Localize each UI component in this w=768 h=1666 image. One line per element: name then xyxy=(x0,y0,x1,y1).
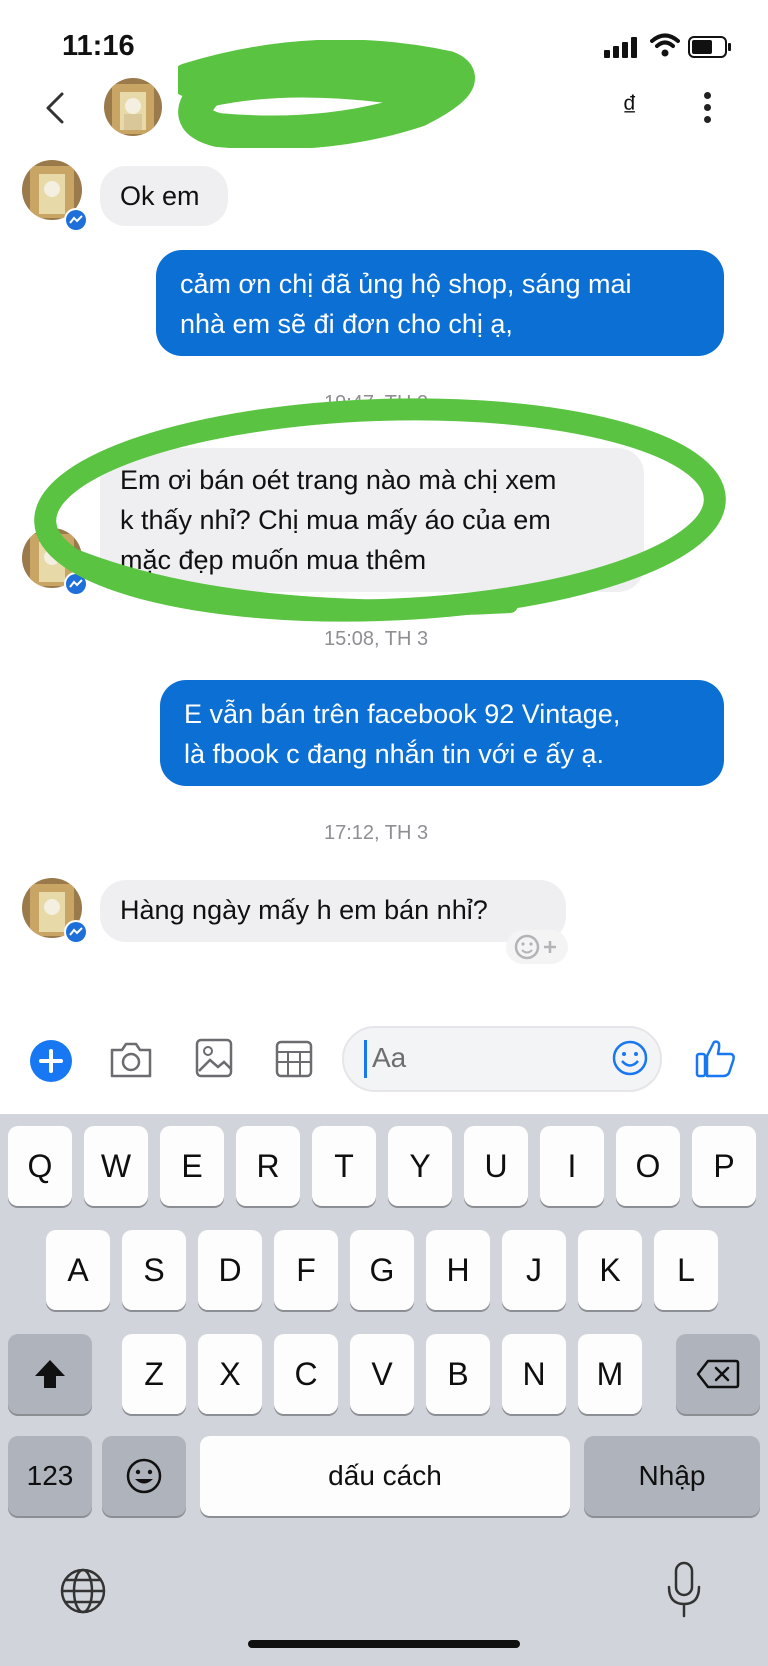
key-z[interactable]: Z xyxy=(122,1334,186,1414)
thumbs-up-icon[interactable] xyxy=(694,1036,738,1080)
return-key[interactable]: Nhập xyxy=(584,1436,760,1516)
key-n[interactable]: N xyxy=(502,1334,566,1414)
message-line: cảm ơn chị đã ủng hộ shop, sáng mai xyxy=(180,269,632,299)
key-u[interactable]: U xyxy=(464,1126,528,1206)
name-redaction-scribble xyxy=(178,40,475,148)
sticker-grid-icon[interactable] xyxy=(274,1038,314,1080)
messenger-badge-icon xyxy=(64,208,88,232)
globe-icon[interactable] xyxy=(58,1566,108,1616)
add-reaction-button[interactable] xyxy=(506,930,568,964)
key-x[interactable]: X xyxy=(198,1334,262,1414)
message-input-placeholder: Aa xyxy=(372,1042,407,1073)
plus-icon xyxy=(39,1049,63,1073)
key-y[interactable]: Y xyxy=(388,1126,452,1206)
key-h[interactable]: H xyxy=(426,1230,490,1310)
message-line: mặc đẹp muốn mua thêm xyxy=(120,545,427,575)
text-cursor xyxy=(364,1040,367,1078)
key-g[interactable]: G xyxy=(350,1230,414,1310)
timestamp: 15:08, TH 3 xyxy=(324,628,429,650)
timestamp: 19:47, TH 2 xyxy=(324,392,429,414)
message-bubble-outgoing[interactable]: cảm ơn chị đã ủng hộ shop, sáng mai nhà … xyxy=(156,250,724,356)
message-bubble-incoming[interactable]: Hàng ngày mấy h em bán nhỉ? xyxy=(100,880,566,942)
key-i[interactable]: I xyxy=(540,1126,604,1206)
key-l[interactable]: L xyxy=(654,1230,718,1310)
emoji-key[interactable] xyxy=(102,1436,186,1516)
message-bubble-incoming[interactable]: Em ơi bán oét trang nào mà chị xem k thấ… xyxy=(100,448,644,592)
image-icon[interactable] xyxy=(194,1036,234,1080)
shift-arrow-icon xyxy=(35,1360,65,1388)
message-bubble-incoming[interactable]: Ok em xyxy=(100,166,228,226)
numbers-key[interactable]: 123 xyxy=(8,1436,92,1516)
message-text: Ok em xyxy=(120,181,200,211)
key-s[interactable]: S xyxy=(122,1230,186,1310)
more-options-icon[interactable] xyxy=(698,90,718,126)
key-f[interactable]: F xyxy=(274,1230,338,1310)
emoji-icon[interactable] xyxy=(611,1039,649,1077)
backspace-key[interactable] xyxy=(676,1334,760,1414)
message-text: Hàng ngày mấy h em bán nhỉ? xyxy=(120,895,488,925)
message-line: là fbook c đang nhắn tin với e ấy ạ. xyxy=(184,739,604,769)
emoji-keyboard-icon xyxy=(126,1458,162,1494)
signal-icon xyxy=(604,36,642,58)
message-bubble-outgoing[interactable]: E vẫn bán trên facebook 92 Vintage, là f… xyxy=(160,680,724,786)
key-d[interactable]: D xyxy=(198,1230,262,1310)
home-indicator xyxy=(248,1640,520,1648)
key-e[interactable]: E xyxy=(160,1126,224,1206)
message-line: nhà em sẽ đi đơn cho chị ạ, xyxy=(180,309,513,339)
message-line: E vẫn bán trên facebook 92 Vintage, xyxy=(184,699,621,729)
battery-icon xyxy=(688,36,731,58)
key-m[interactable]: M xyxy=(578,1334,642,1414)
back-chevron-icon[interactable] xyxy=(38,88,74,128)
key-o[interactable]: O xyxy=(616,1126,680,1206)
key-v[interactable]: V xyxy=(350,1334,414,1414)
messenger-badge-icon xyxy=(64,572,88,596)
camera-icon[interactable] xyxy=(108,1040,154,1080)
key-w[interactable]: W xyxy=(84,1126,148,1206)
key-q[interactable]: Q xyxy=(8,1126,72,1206)
message-line: k thấy nhỉ? Chị mua mấy áo của em xyxy=(120,505,551,535)
wifi-icon xyxy=(650,33,680,57)
key-b[interactable]: B xyxy=(426,1334,490,1414)
plus-button[interactable] xyxy=(30,1040,72,1082)
key-k[interactable]: K xyxy=(578,1230,642,1310)
key-a[interactable]: A xyxy=(46,1230,110,1310)
key-t[interactable]: T xyxy=(312,1126,376,1206)
microphone-icon[interactable] xyxy=(664,1560,704,1620)
currency-icon[interactable]: ₫ xyxy=(622,90,637,124)
key-j[interactable]: J xyxy=(502,1230,566,1310)
key-p[interactable]: P xyxy=(692,1126,756,1206)
message-line: Em ơi bán oét trang nào mà chị xem xyxy=(120,465,557,495)
space-key[interactable]: dấu cách xyxy=(200,1436,570,1516)
add-reaction-icon xyxy=(514,934,556,960)
key-r[interactable]: R xyxy=(236,1126,300,1206)
shift-key[interactable] xyxy=(8,1334,92,1414)
status-time: 11:16 xyxy=(62,30,135,62)
key-c[interactable]: C xyxy=(274,1334,338,1414)
messenger-badge-icon xyxy=(64,920,88,944)
contact-avatar[interactable] xyxy=(104,78,162,136)
backspace-icon xyxy=(696,1359,740,1389)
timestamp: 17:12, TH 3 xyxy=(324,822,429,844)
